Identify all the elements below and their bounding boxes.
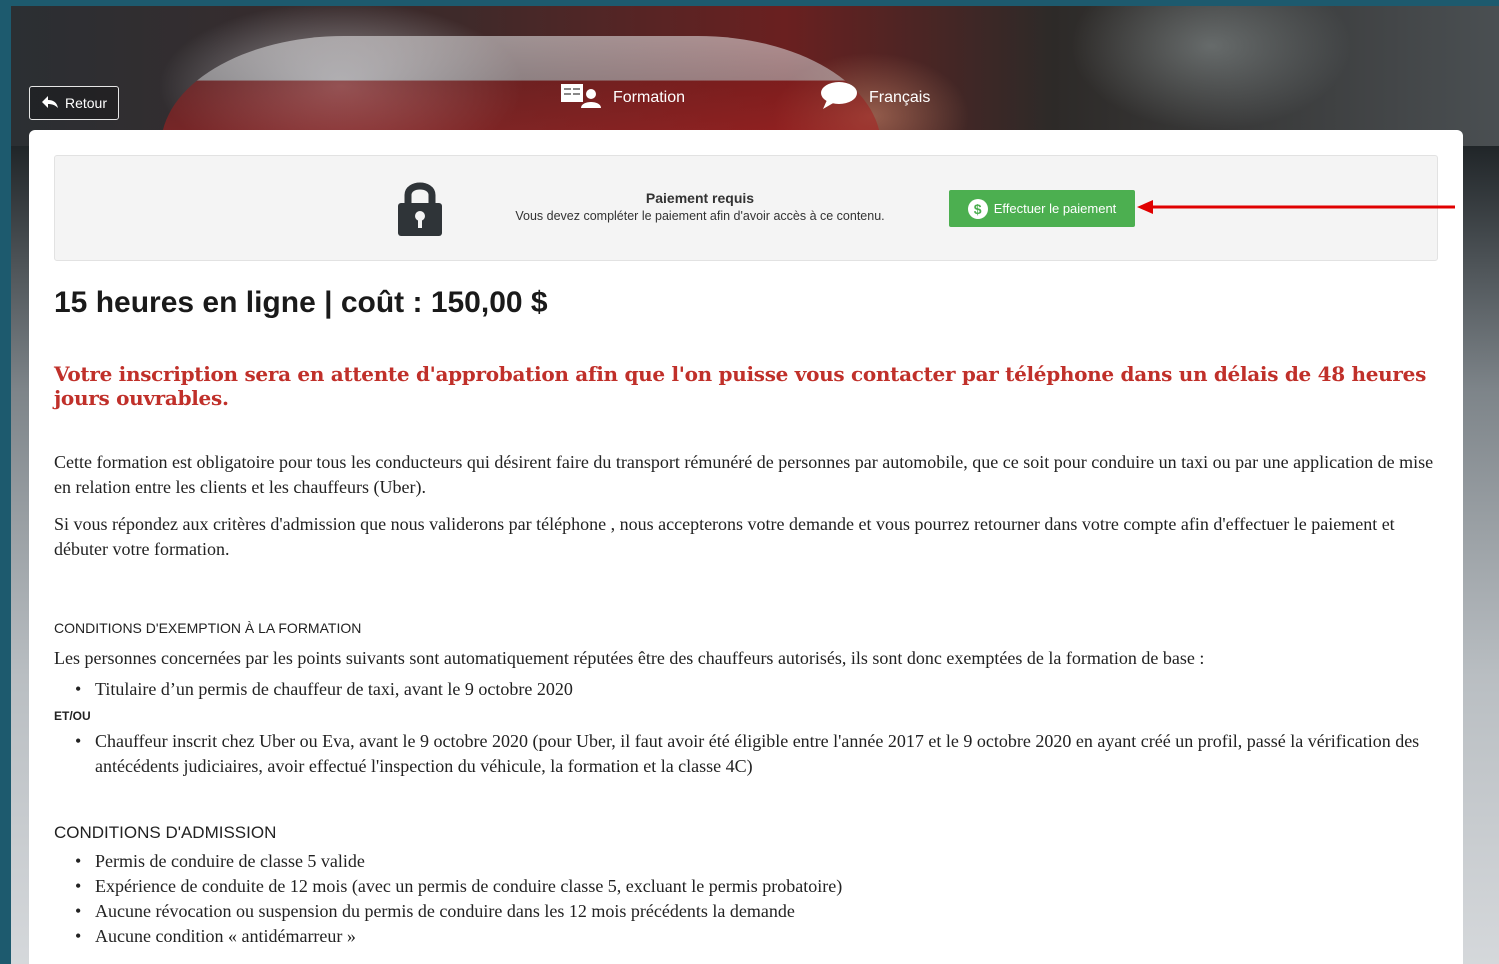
admission-list: Permis de conduire de classe 5 valide Ex… [54, 849, 1444, 949]
exemption-list-1: Titulaire d’un permis de chauffeur de ta… [54, 677, 1444, 702]
notice-title: Paiement requis [645, 190, 755, 206]
list-item: Aucune révocation ou suspension du permi… [75, 899, 1444, 924]
back-button[interactable]: Retour [29, 86, 119, 120]
course-icon [559, 80, 603, 115]
notice-message: Vous devez compléter le paiement afin d'… [515, 209, 885, 223]
arrow-left-icon [41, 95, 59, 112]
annotation-arrow-icon [1137, 200, 1457, 219]
payment-notice-text: Paiement requis Vous devez compléter le … [485, 190, 915, 223]
hero-banner [11, 6, 1499, 146]
exemption-heading: CONDITIONS D'EXEMPTION À LA FORMATION [54, 620, 362, 636]
category-label: Formation [613, 88, 686, 106]
approval-warning: Votre inscription sera en attente d'appr… [54, 362, 1427, 410]
exemption-list-2: Chauffeur inscrit chez Uber ou Eva, avan… [54, 729, 1444, 779]
exemption-intro: Les personnes concernées par les points … [54, 648, 1205, 668]
speech-bubble-icon [819, 80, 859, 115]
content-card: Paiement requis Vous devez compléter le … [29, 130, 1463, 964]
list-item: Expérience de conduite de 12 mois (avec … [75, 874, 1444, 899]
course-category: Formation [559, 80, 685, 115]
make-payment-button[interactable]: $ Effectuer le paiement [949, 190, 1135, 227]
course-content: 15 heures en ligne | coût : 150,00 $ Vot… [54, 286, 1444, 949]
list-item: Chauffeur inscrit chez Uber ou Eva, avan… [75, 729, 1444, 779]
course-title: 15 heures en ligne | coût : 150,00 $ [54, 286, 548, 319]
list-item: Permis de conduire de classe 5 valide [75, 849, 1444, 874]
list-item: Aucune condition « antidémarreur » [75, 924, 1444, 949]
payment-notice: Paiement requis Vous devez compléter le … [54, 155, 1455, 261]
intro-paragraph-2: Si vous répondez aux critères d'admissio… [54, 514, 1395, 559]
intro-paragraph-1: Cette formation est obligatoire pour tou… [54, 452, 1434, 497]
and-or-connector: ET/OU [54, 709, 91, 723]
pay-label: Effectuer le paiement [993, 201, 1117, 216]
dollar-circle-icon: $ [967, 198, 988, 219]
course-language: Français [819, 80, 930, 115]
back-label: Retour [64, 95, 108, 111]
language-label: Français [869, 88, 931, 106]
list-item: Titulaire d’un permis de chauffeur de ta… [75, 677, 1444, 702]
page-frame: Retour Formation Français Paiement requi… [11, 6, 1499, 964]
admission-heading: CONDITIONS D'ADMISSION [54, 823, 277, 842]
lock-icon [396, 178, 444, 243]
